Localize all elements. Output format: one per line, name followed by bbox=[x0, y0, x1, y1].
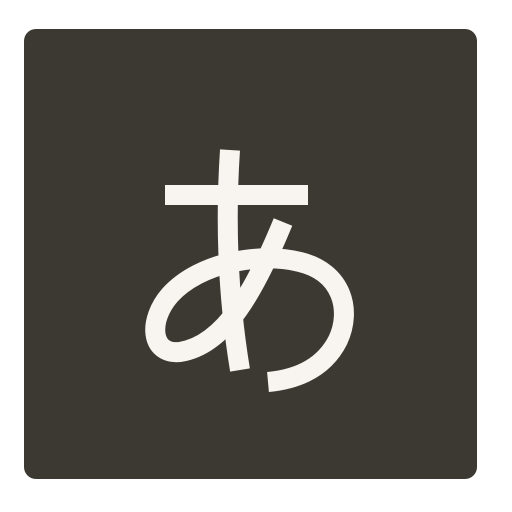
app-icon[interactable] bbox=[0, 0, 512, 512]
glyph-stroke-loop bbox=[145, 218, 354, 392]
glyph-strokes bbox=[145, 149, 354, 392]
hiragana-a-icon bbox=[145, 149, 354, 392]
